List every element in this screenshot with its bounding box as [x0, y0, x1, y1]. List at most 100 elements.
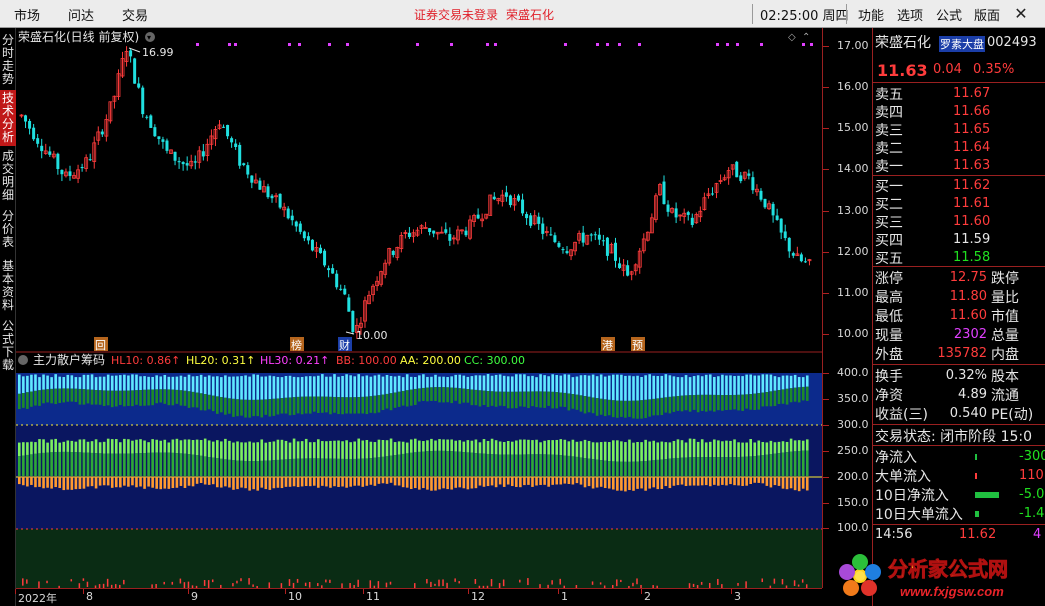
menu-options[interactable]: 选项 — [897, 5, 923, 24]
menu-wenda[interactable]: 问达 — [68, 5, 94, 24]
diamond-icon[interactable]: ◇ — [788, 32, 796, 43]
menu-function[interactable]: 功能 — [858, 5, 884, 24]
main-bar — [478, 477, 482, 486]
chip-bar-lower — [494, 391, 498, 407]
retail-bar-upper — [329, 440, 332, 459]
candle-body — [492, 196, 496, 200]
retail-bar-lower — [98, 453, 102, 476]
retail-bar-upper — [110, 439, 114, 454]
menu-market[interactable]: 市场 — [14, 5, 40, 24]
signal-dot — [486, 43, 489, 46]
chevron-up-icon[interactable]: ⌃ — [802, 32, 810, 43]
candle-body — [242, 163, 246, 166]
main-bar — [422, 477, 425, 489]
chip-bar-lower — [159, 389, 163, 403]
chip-bar-upper — [757, 375, 761, 394]
chip-bar-lower — [264, 399, 268, 415]
date-tick — [468, 589, 469, 594]
flow-bar — [975, 454, 977, 460]
chip-bar-lower — [163, 389, 167, 404]
retail-bar-lower — [684, 457, 688, 476]
signal-dot — [638, 43, 641, 46]
retail-bar-lower — [341, 458, 344, 476]
main-bar — [203, 477, 207, 485]
bid-price[interactable]: 11.58 — [953, 250, 990, 265]
chip-bar-lower — [761, 392, 765, 407]
retail-bar-lower — [595, 459, 599, 476]
indicator-menu-icon[interactable] — [18, 355, 28, 365]
retail-bar-upper — [70, 440, 74, 453]
app-window: 市场 问达 交易 证券交易未登录 荣盛石化 02:25:00 周四 功能 选项 … — [0, 0, 1045, 606]
left-tab-1[interactable]: 技 术 分 析 — [0, 90, 16, 146]
main-bar — [179, 477, 183, 486]
retail-bar-upper — [54, 438, 57, 453]
retail-bar-upper — [583, 439, 587, 459]
retail-bar-lower — [183, 453, 187, 476]
bid-price[interactable]: 11.61 — [953, 196, 990, 211]
candle-body — [40, 145, 44, 152]
chip-bar-lower — [696, 394, 700, 413]
retail-bar-upper — [648, 441, 651, 461]
kline-panel — [16, 28, 822, 352]
chip-bar-lower — [628, 400, 631, 417]
left-tab-5[interactable]: 公 式 下 载 — [0, 318, 16, 374]
bid-price[interactable]: 11.59 — [953, 232, 990, 247]
bid-price[interactable]: 11.62 — [953, 178, 990, 193]
main-bar — [523, 477, 526, 486]
volume-tick — [22, 578, 24, 586]
retail-bar-lower — [612, 461, 615, 476]
ask-price[interactable]: 11.65 — [953, 122, 990, 137]
main-bar — [377, 477, 381, 484]
chip-bar-lower — [539, 391, 542, 408]
close-icon[interactable]: ✕ — [1010, 3, 1032, 25]
chip-bar-upper — [700, 376, 704, 395]
chart-area[interactable]: 荣盛石化(日线 前复权) ▾ ◇ ⌃ 16.99 10.00 回 榜 财 港 预主力散户筹码 HL10… — [16, 28, 822, 588]
menu-layout[interactable]: 版面 — [974, 5, 1000, 24]
volume-tick — [304, 582, 307, 587]
volume-tick — [632, 582, 634, 587]
chip-bar-upper — [781, 375, 785, 390]
left-tab-0[interactable]: 分 时 走 势 — [0, 32, 16, 88]
candle-body — [779, 218, 783, 233]
chip-bar-upper — [349, 375, 352, 398]
left-tab-4[interactable]: 基 本 资 料 — [0, 258, 16, 314]
retail-bar-lower — [203, 456, 207, 476]
chip-bar-upper — [317, 375, 320, 397]
date-tick — [641, 589, 642, 594]
chip-bar-lower — [801, 386, 805, 401]
ask-price[interactable]: 11.64 — [953, 140, 990, 155]
candle-body — [666, 204, 670, 212]
retail-bar-upper — [74, 441, 78, 453]
chip-bar-upper — [506, 376, 510, 392]
login-warning[interactable]: 证券交易未登录 — [414, 6, 498, 23]
menu-formula[interactable]: 公式 — [936, 5, 962, 24]
chip-bar-upper — [765, 374, 769, 393]
left-tab-3[interactable]: 分 价 表 — [0, 208, 16, 251]
main-bar — [519, 477, 522, 488]
menu-trade[interactable]: 交易 — [122, 5, 148, 24]
retail-bar-upper — [426, 440, 429, 452]
chip-bar-upper — [527, 376, 530, 392]
chip-bar-lower — [749, 394, 752, 410]
main-bar — [571, 477, 575, 485]
chip-bar-upper — [312, 376, 316, 397]
main-bar — [329, 477, 332, 488]
candle-body — [238, 144, 242, 166]
bid-price[interactable]: 11.60 — [953, 214, 990, 229]
chip-bar-lower — [430, 387, 433, 401]
main-bar — [446, 477, 449, 490]
ask-price[interactable]: 11.66 — [953, 104, 990, 119]
retail-bar-upper — [236, 441, 239, 461]
retail-bar-lower — [797, 450, 801, 476]
chip-bar-upper — [90, 374, 94, 390]
chip-bar-lower — [252, 399, 255, 417]
chip-bar-lower — [151, 389, 154, 406]
ask-price[interactable]: 11.67 — [953, 86, 990, 101]
volume-tick — [490, 579, 493, 587]
left-tab-2[interactable]: 成 交 明 细 — [0, 148, 16, 204]
chip-bar-lower — [329, 396, 332, 415]
ask-price[interactable]: 11.63 — [953, 158, 990, 173]
retail-bar-lower — [304, 458, 308, 476]
chip-bar-upper — [531, 375, 534, 392]
signal-dot — [726, 43, 729, 46]
